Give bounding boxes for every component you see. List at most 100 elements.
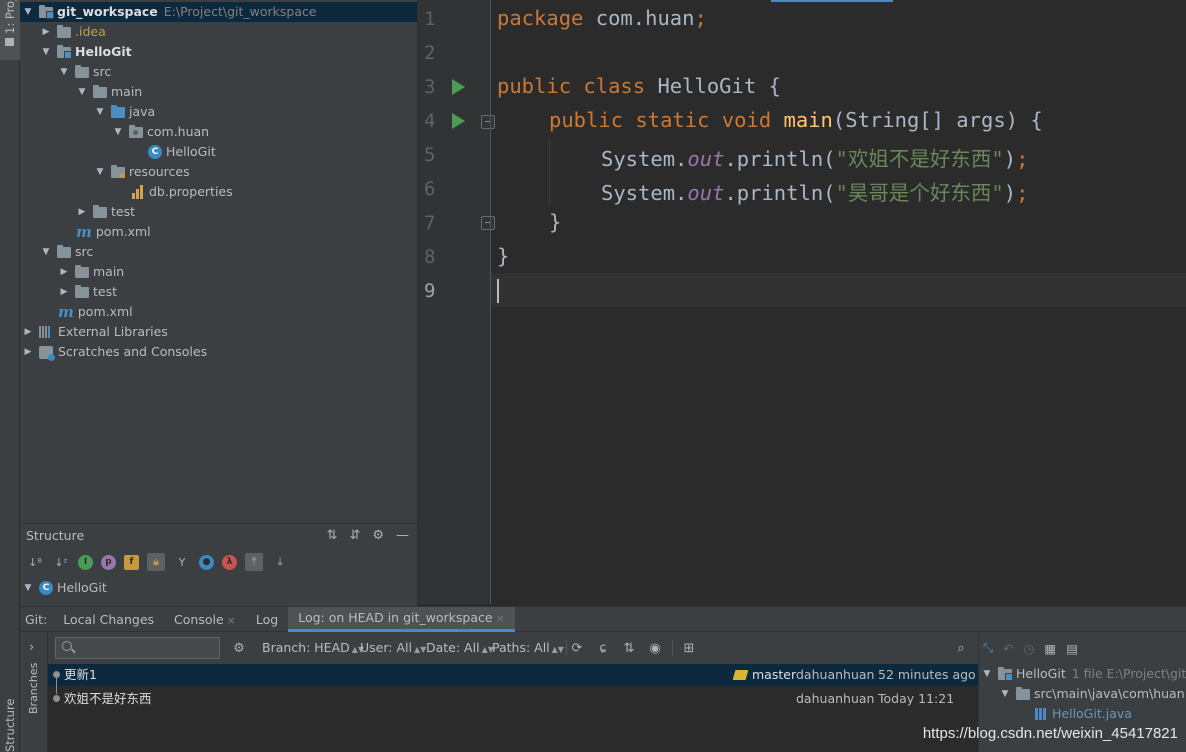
collapse-arrow-icon[interactable]: ▶	[41, 27, 51, 37]
commit-date: Today 11:21	[878, 691, 955, 706]
code-line-5: System.out.println("欢姐不是好东西");	[601, 147, 1029, 171]
branches-strip: › Branches	[20, 632, 48, 752]
tab-log-head[interactable]: Log: on HEAD in git_workspace ×	[288, 607, 515, 632]
tree-item-main[interactable]: ▼ main	[77, 82, 143, 102]
show-anonymous-icon[interactable]: Y	[173, 553, 191, 571]
tree-item-hellogit-module[interactable]: ▼ HelloGit	[41, 42, 132, 62]
details-path-row[interactable]: ▼ src\main\java\com\huan 1	[1000, 684, 1186, 704]
tree-item-test-root[interactable]: ▶ test	[59, 282, 117, 302]
java-class-icon: C	[39, 581, 53, 595]
close-icon[interactable]: ×	[496, 612, 505, 625]
settings-gear-icon[interactable]: ⚙	[230, 639, 248, 657]
expand-arrow-icon[interactable]: ▼	[41, 47, 51, 57]
paths-filter[interactable]: Paths: All ▲▼	[492, 632, 564, 664]
chevron-right-icon[interactable]: ›	[29, 640, 34, 655]
tree-item-hellogit-class[interactable]: C HelloGit	[148, 142, 216, 162]
details-file-row[interactable]: HelloGit.java	[1035, 704, 1132, 724]
tree-item-src-root[interactable]: ▼ src	[41, 242, 94, 262]
sort-alphabetically-icon[interactable]: ↓ᶻ	[52, 553, 70, 571]
view-options-eye-icon[interactable]: ◉	[646, 639, 664, 657]
commit-message: 欢姐不是好东西	[64, 691, 152, 706]
module-folder-icon	[39, 4, 54, 19]
user-filter[interactable]: User: All ▲▼	[360, 632, 426, 664]
tree-item-package[interactable]: ▼ com.huan	[113, 122, 210, 142]
expand-arrow-icon[interactable]: ▼	[113, 127, 123, 137]
tree-item-src[interactable]: ▼ src	[59, 62, 112, 82]
collapse-all-icon[interactable]: ⇵	[349, 524, 360, 548]
hide-panel-icon[interactable]: —	[396, 524, 409, 548]
collapse-arrow-icon[interactable]: ▶	[59, 287, 69, 297]
commit-row[interactable]: 欢姐不是好东西 dahuanhuan Today 11:21	[48, 688, 978, 710]
commit-row[interactable]: 更新1 master dahuanhuan 52 minutes ago	[48, 664, 978, 694]
structure-root-item[interactable]: ▼ C HelloGit	[23, 578, 107, 598]
branches-toggle[interactable]: Branches	[27, 663, 40, 714]
expand-arrow-icon[interactable]: ▼	[23, 583, 33, 593]
show-inherited-icon[interactable]: I	[78, 554, 93, 570]
tab-log[interactable]: Log	[246, 607, 288, 632]
project-tool-button[interactable]: 1: Project	[0, 0, 20, 60]
tree-item-pom[interactable]: m pom.xml	[76, 222, 151, 242]
autoscroll-from-source-icon[interactable]: ⤓	[271, 553, 289, 571]
run-main-icon[interactable]	[452, 113, 465, 129]
autoscroll-to-source-icon[interactable]: ⤒	[245, 553, 263, 571]
expand-arrow-icon[interactable]: ▼	[77, 87, 87, 97]
fold-marker-icon[interactable]	[481, 216, 495, 230]
code-line-1: package com.huan;	[497, 6, 707, 30]
collapse-arrow-icon[interactable]: ▶	[77, 207, 87, 217]
tree-item-main-root[interactable]: ▶ main	[59, 262, 125, 282]
settings-gear-icon[interactable]: ⚙	[372, 524, 384, 548]
collapse-arrow-icon[interactable]: ▶	[23, 327, 33, 337]
folder-icon	[75, 64, 89, 78]
filter-label: User: All	[360, 640, 412, 655]
expand-arrow-icon[interactable]: ▼	[982, 669, 992, 679]
expand-all-icon[interactable]: ⇅	[327, 524, 338, 548]
show-diff-icon[interactable]: ⤡	[983, 640, 993, 656]
tab-console[interactable]: Console ×	[164, 607, 246, 632]
collapse-arrow-icon[interactable]: ▶	[59, 267, 69, 277]
show-lambdas-icon[interactable]: λ	[222, 554, 237, 570]
cherry-pick-icon[interactable]: ɕ	[594, 639, 612, 657]
expand-arrow-icon[interactable]: ▼	[95, 107, 105, 117]
tab-local-changes[interactable]: Local Changes	[53, 607, 164, 632]
expand-arrow-icon[interactable]: ▼	[95, 167, 105, 177]
expand-arrow-icon[interactable]: ▼	[1000, 689, 1010, 699]
show-fields-icon[interactable]: f	[124, 554, 139, 570]
tree-item-label: test	[111, 204, 136, 219]
date-filter[interactable]: Date: All ▲▼	[426, 632, 494, 664]
expand-arrow-icon[interactable]: ▼	[23, 7, 33, 17]
history-icon[interactable]: ◷	[1024, 641, 1035, 656]
expand-arrow-icon[interactable]: ▼	[59, 67, 69, 77]
folder-icon	[1016, 686, 1030, 700]
structure-tool-button[interactable]: Structure	[0, 699, 20, 752]
sort-by-type-icon[interactable]: ↓⁸	[26, 553, 44, 571]
run-class-icon[interactable]	[452, 79, 465, 95]
details-module-row[interactable]: ▼ HelloGit 1 file E:\Project\git_w	[982, 664, 1186, 684]
show-interfaces-icon[interactable]: ●	[199, 554, 214, 570]
tab-label: Local Changes	[63, 611, 155, 627]
collapse-arrow-icon[interactable]: ▶	[23, 347, 33, 357]
close-icon[interactable]: ×	[227, 614, 236, 627]
code-editor[interactable]: 1 2 3 4 5 6 7 8 9 package com.huan; publ…	[418, 0, 1186, 604]
tree-item-external-libraries[interactable]: ▶ External Libraries	[23, 322, 168, 342]
revert-icon[interactable]: ↶	[1003, 641, 1013, 656]
group-by-icon[interactable]: ▦	[1044, 641, 1056, 656]
show-non-public-icon[interactable]: 🔒︎	[147, 553, 165, 571]
tree-item-scratches[interactable]: ▶ Scratches and Consoles	[23, 342, 207, 362]
branch-filter[interactable]: Branch: HEAD ▲▼	[262, 632, 364, 664]
tree-item-idea[interactable]: ▶ .idea	[41, 22, 106, 42]
tree-item-resources[interactable]: ▼ resources	[95, 162, 190, 182]
tree-item-db-properties[interactable]: db.properties	[132, 182, 233, 202]
intellisort-icon[interactable]: ⇅	[620, 639, 638, 657]
refresh-icon[interactable]: ⟳	[568, 639, 586, 657]
tree-item-pom-root[interactable]: m pom.xml	[58, 302, 133, 322]
log-search-input[interactable]	[55, 637, 220, 659]
tree-root[interactable]: ▼ git_workspace E:\Project\git_workspace	[20, 2, 417, 22]
expand-details-icon[interactable]: ▤	[1066, 641, 1078, 656]
new-tab-icon[interactable]: ⊞	[680, 639, 698, 657]
tree-item-java[interactable]: ▼ java	[95, 102, 156, 122]
tree-item-test[interactable]: ▶ test	[77, 202, 135, 222]
fold-marker-icon[interactable]	[481, 115, 495, 129]
search-icon[interactable]: ⌕	[952, 639, 970, 657]
show-properties-icon[interactable]: p	[101, 554, 116, 570]
expand-arrow-icon[interactable]: ▼	[41, 247, 51, 257]
